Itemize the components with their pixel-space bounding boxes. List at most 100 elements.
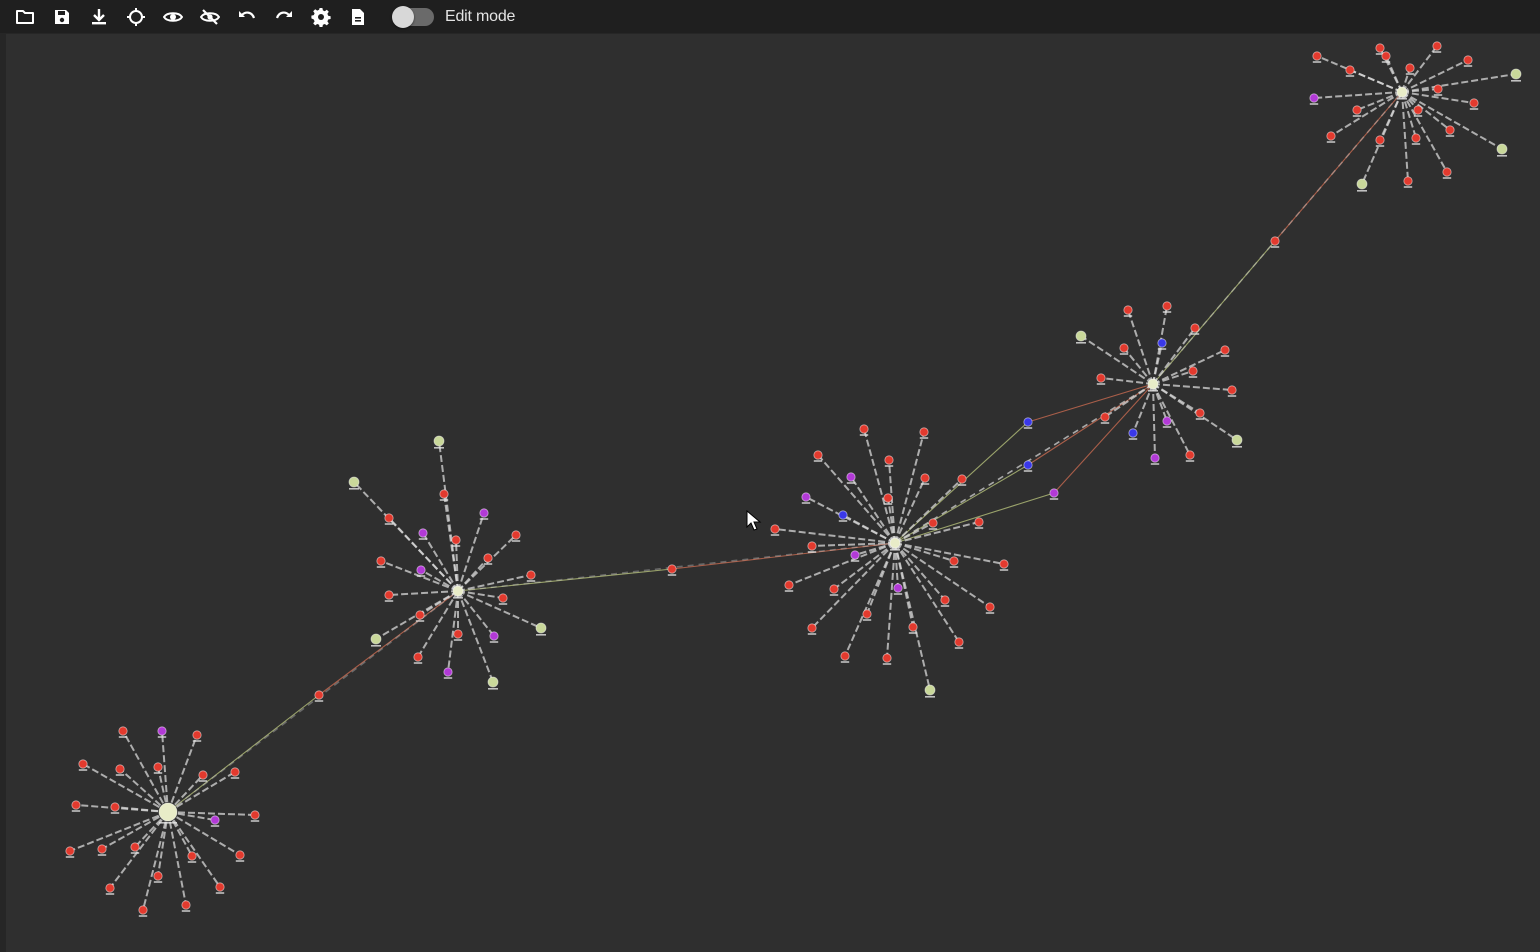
red-node[interactable] <box>999 559 1009 571</box>
green-node[interactable] <box>1075 330 1087 344</box>
red-node[interactable] <box>770 524 780 536</box>
green-node[interactable] <box>535 622 547 636</box>
green-node[interactable] <box>924 684 936 698</box>
network-graph-canvas[interactable] <box>6 35 1540 952</box>
red-node[interactable] <box>840 651 850 663</box>
red-node[interactable] <box>105 883 115 895</box>
red-node[interactable] <box>974 517 984 529</box>
blue-node[interactable] <box>838 510 848 522</box>
redo-button[interactable] <box>269 3 299 31</box>
green-node[interactable] <box>1356 178 1368 192</box>
red-node[interactable] <box>1270 236 1280 248</box>
red-node[interactable] <box>807 541 817 553</box>
red-node[interactable] <box>1312 51 1322 63</box>
red-node[interactable] <box>65 846 75 858</box>
red-node[interactable] <box>250 810 260 822</box>
red-node[interactable] <box>667 564 677 576</box>
red-node[interactable] <box>1469 98 1479 110</box>
red-node[interactable] <box>376 556 386 568</box>
red-node[interactable] <box>314 690 324 702</box>
red-node[interactable] <box>1442 167 1452 179</box>
purple-node[interactable] <box>1049 488 1059 500</box>
purple-node[interactable] <box>1162 416 1172 428</box>
hide-button[interactable] <box>195 3 225 31</box>
red-node[interactable] <box>1411 133 1421 145</box>
red-node[interactable] <box>859 424 869 436</box>
green-node[interactable] <box>1231 434 1243 448</box>
red-node[interactable] <box>181 900 191 912</box>
red-node[interactable] <box>1326 131 1336 143</box>
red-node[interactable] <box>784 580 794 592</box>
red-node[interactable] <box>882 653 892 665</box>
blue-node[interactable] <box>1023 417 1033 429</box>
green-node[interactable] <box>1510 68 1522 82</box>
show-button[interactable] <box>158 3 188 31</box>
red-node[interactable] <box>1096 373 1106 385</box>
red-node[interactable] <box>415 610 425 622</box>
green-node[interactable] <box>348 476 360 490</box>
document-button[interactable] <box>343 3 373 31</box>
edit-mode-switch[interactable] <box>392 5 434 28</box>
purple-node[interactable] <box>210 815 220 827</box>
purple-node[interactable] <box>1150 453 1160 465</box>
red-node[interactable] <box>1405 63 1415 75</box>
purple-node[interactable] <box>489 631 499 643</box>
red-node[interactable] <box>1445 125 1455 137</box>
purple-node[interactable] <box>893 583 903 595</box>
red-node[interactable] <box>1375 135 1385 147</box>
undo-button[interactable] <box>232 3 262 31</box>
red-node[interactable] <box>153 762 163 774</box>
red-node[interactable] <box>230 767 240 779</box>
green-node[interactable] <box>370 633 382 647</box>
red-node[interactable] <box>498 593 508 605</box>
red-node[interactable] <box>1100 412 1110 424</box>
red-node[interactable] <box>215 882 225 894</box>
red-node[interactable] <box>829 584 839 596</box>
red-node[interactable] <box>110 802 120 814</box>
red-node[interactable] <box>940 595 950 607</box>
red-node[interactable] <box>511 530 521 542</box>
red-node[interactable] <box>1345 65 1355 77</box>
purple-node[interactable] <box>801 492 811 504</box>
red-node[interactable] <box>1185 450 1195 462</box>
red-node[interactable] <box>985 602 995 614</box>
blue-node[interactable] <box>1023 460 1033 472</box>
red-node[interactable] <box>1403 176 1413 188</box>
open-folder-button[interactable] <box>10 3 40 31</box>
purple-node[interactable] <box>479 508 489 520</box>
red-node[interactable] <box>413 652 423 664</box>
red-node[interactable] <box>1463 55 1473 67</box>
purple-node[interactable] <box>443 667 453 679</box>
red-node[interactable] <box>97 844 107 856</box>
save-button[interactable] <box>47 3 77 31</box>
red-node[interactable] <box>1227 385 1237 397</box>
red-node[interactable] <box>949 556 959 568</box>
red-node[interactable] <box>862 609 872 621</box>
red-node[interactable] <box>138 905 148 917</box>
red-node[interactable] <box>1433 84 1443 96</box>
purple-node[interactable] <box>1309 93 1319 105</box>
green-node[interactable] <box>1496 143 1508 157</box>
layout-button[interactable] <box>121 3 151 31</box>
red-node[interactable] <box>78 759 88 771</box>
red-node[interactable] <box>198 770 208 782</box>
red-node[interactable] <box>1123 305 1133 317</box>
blue-node[interactable] <box>1128 428 1138 440</box>
red-node[interactable] <box>187 851 197 863</box>
green-node[interactable] <box>487 676 499 690</box>
settings-button[interactable] <box>306 3 336 31</box>
red-node[interactable] <box>807 623 817 635</box>
red-node[interactable] <box>1188 366 1198 378</box>
red-node[interactable] <box>153 871 163 883</box>
red-node[interactable] <box>884 455 894 467</box>
red-node[interactable] <box>928 518 938 530</box>
red-node[interactable] <box>71 800 81 812</box>
red-node[interactable] <box>235 850 245 862</box>
red-node[interactable] <box>919 427 929 439</box>
red-node[interactable] <box>384 590 394 602</box>
edit-mode-toggle[interactable]: Edit mode <box>392 3 515 31</box>
red-node[interactable] <box>1220 345 1230 357</box>
red-node[interactable] <box>453 629 463 641</box>
red-node[interactable] <box>115 764 125 776</box>
red-node[interactable] <box>526 570 536 582</box>
